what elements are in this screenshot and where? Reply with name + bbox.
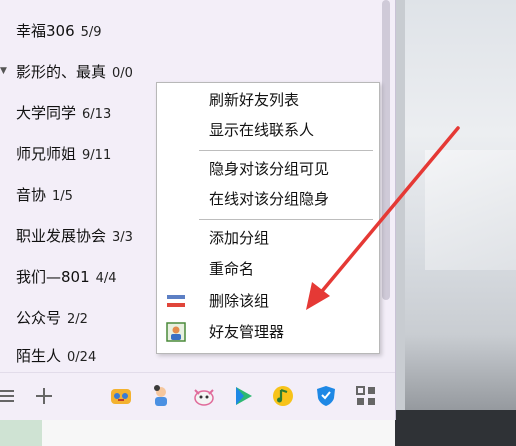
- group-name: 师兄师姐: [16, 145, 77, 163]
- shield-icon[interactable]: [313, 383, 339, 409]
- window-edge: [395, 0, 405, 446]
- group-item[interactable]: 陌生人 0/24: [16, 345, 96, 367]
- menu-item-invisible-visible-to-group[interactable]: 隐身对该分组可见: [209, 158, 329, 180]
- group-name: 陌生人: [16, 347, 62, 365]
- group-count: 6/13: [82, 107, 112, 122]
- menu-icon[interactable]: [0, 383, 20, 409]
- group-count: 9/11: [82, 148, 112, 163]
- menu-item-show-online[interactable]: 显示在线联系人: [209, 119, 314, 141]
- group-name: 影形的、最真: [16, 63, 107, 81]
- context-menu: 刷新好友列表 显示在线联系人 隐身对该分组可见 在线对该分组隐身 添加分组 重命…: [156, 82, 380, 354]
- window-below-green: [0, 420, 42, 446]
- group-count: 3/3: [112, 230, 133, 245]
- menu-item-add-group[interactable]: 添加分组: [209, 227, 269, 249]
- group-item[interactable]: 音协 1/5: [16, 184, 73, 206]
- menu-item-refresh-friends[interactable]: 刷新好友列表: [209, 89, 299, 111]
- kids-icon[interactable]: [148, 383, 174, 409]
- group-count: 5/9: [80, 25, 102, 40]
- group-count: 0/0: [112, 66, 133, 81]
- menu-separator: [199, 150, 373, 151]
- menu-item-online-hidden-from-group[interactable]: 在线对该分组隐身: [209, 188, 329, 210]
- menu-item-rename[interactable]: 重命名: [209, 258, 254, 280]
- group-count: 2/2: [67, 312, 88, 327]
- desktop-dark-area: [395, 410, 516, 446]
- group-item[interactable]: 影形的、最真 0/0: [16, 61, 133, 83]
- group-name: 大学同学: [16, 104, 77, 122]
- group-item[interactable]: 幸福306 5/9: [16, 20, 102, 42]
- apps-grid-icon[interactable]: [353, 383, 379, 409]
- group-name: 我们—801: [16, 268, 90, 286]
- group-item[interactable]: 我们—801 4/4: [16, 266, 117, 288]
- group-item[interactable]: 大学同学 6/13: [16, 102, 111, 124]
- group-item[interactable]: 职业发展协会 3/3: [16, 225, 133, 247]
- group-name: 职业发展协会: [16, 227, 107, 245]
- friend-manager-icon: [165, 321, 187, 343]
- delete-group-icon: [165, 290, 187, 312]
- group-count: 4/4: [95, 271, 117, 286]
- game-icon[interactable]: [108, 383, 134, 409]
- menu-item-friend-manager[interactable]: 好友管理器: [209, 321, 284, 343]
- group-item[interactable]: 公众号 2/2: [16, 307, 88, 329]
- music-icon[interactable]: [270, 383, 296, 409]
- menu-separator: [199, 219, 373, 220]
- expand-arrow-icon[interactable]: ▼: [0, 66, 7, 76]
- bottom-toolbar: [0, 372, 395, 421]
- group-item[interactable]: 师兄师姐 9/11: [16, 143, 111, 165]
- add-icon[interactable]: [31, 383, 57, 409]
- group-count: 1/5: [52, 189, 73, 204]
- group-count: 0/24: [67, 350, 97, 365]
- menu-icon-gutter: [157, 83, 193, 353]
- pet-icon[interactable]: [191, 383, 217, 409]
- group-name: 公众号: [16, 309, 62, 327]
- window-below-area: [0, 420, 395, 446]
- scrollbar[interactable]: [382, 0, 390, 300]
- desktop-object: [425, 150, 516, 270]
- video-play-icon[interactable]: [230, 383, 256, 409]
- menu-item-delete-group[interactable]: 删除该组: [209, 290, 269, 312]
- group-name: 音协: [16, 186, 47, 204]
- group-name: 幸福306: [16, 22, 75, 40]
